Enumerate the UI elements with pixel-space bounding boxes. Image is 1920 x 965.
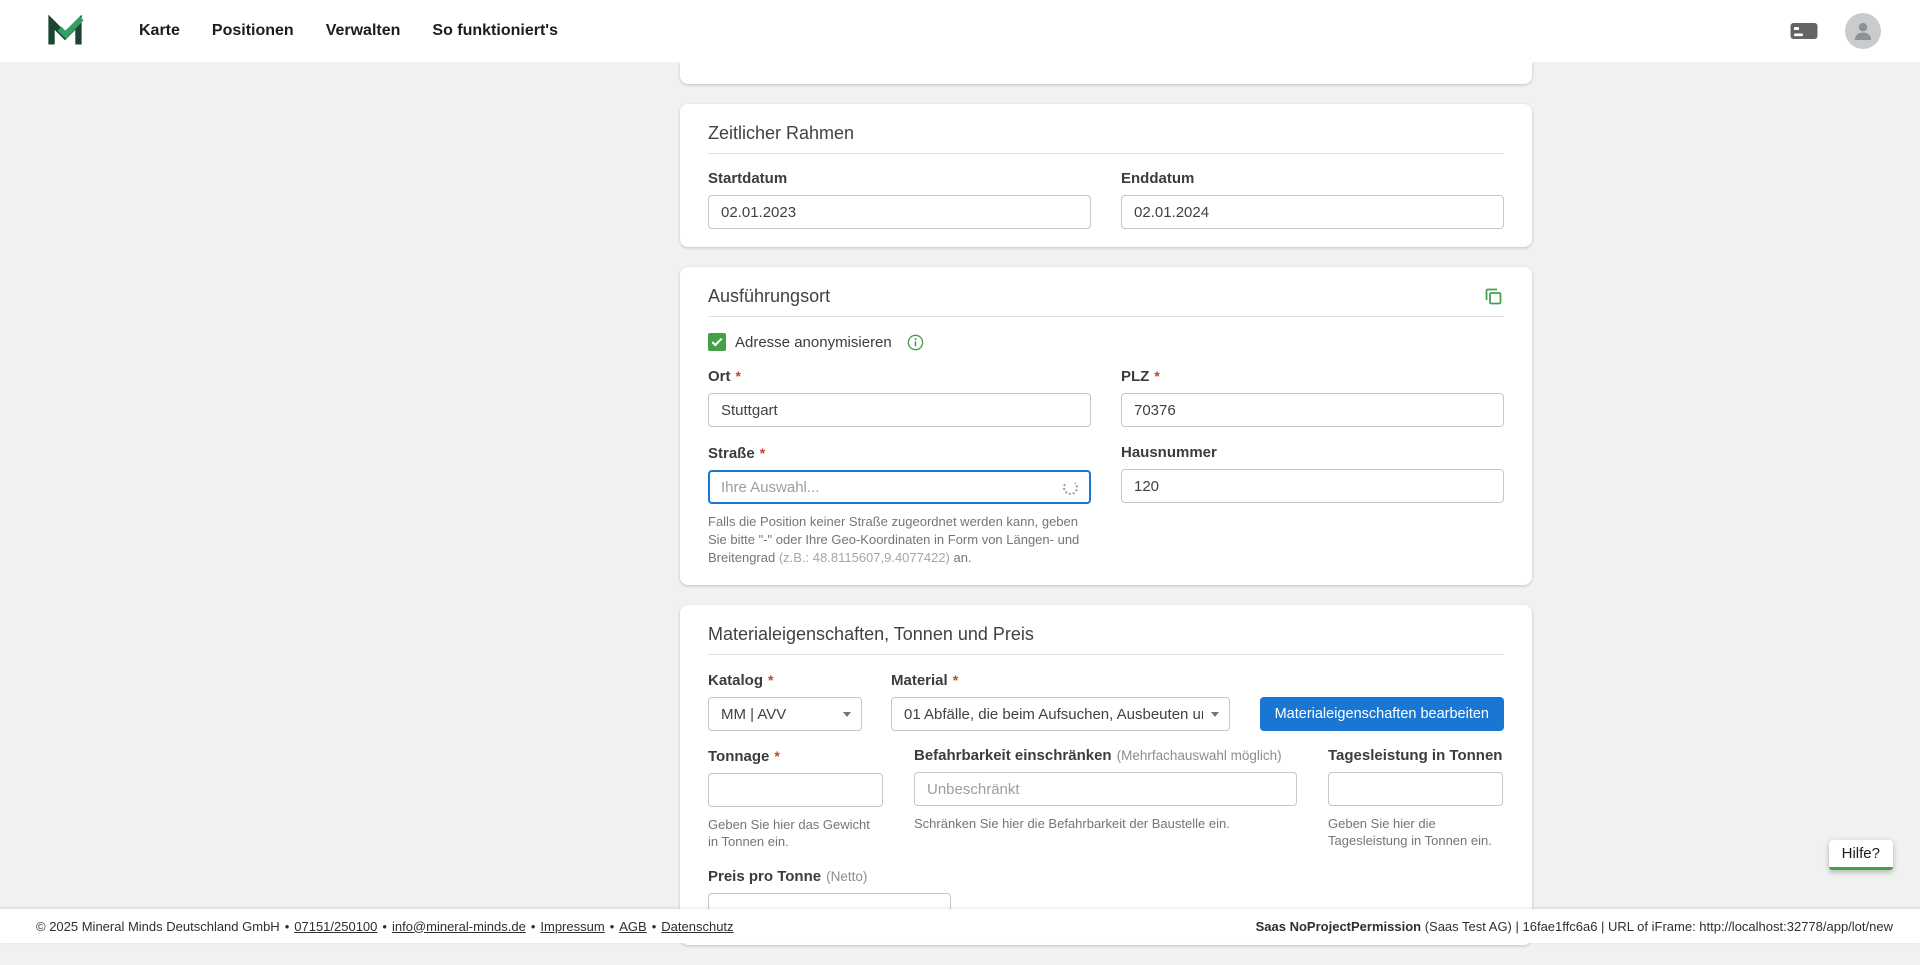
tenant-permission-text: Saas NoProjectPermission: [1256, 919, 1421, 934]
tagesleistung-field: Tagesleistung in Tonnen Geben Sie hier d…: [1328, 747, 1503, 850]
content-column: Zeitlicher Rahmen Startdatum Enddatum: [680, 62, 1532, 965]
preis-note: (Netto): [826, 868, 867, 886]
tagesleistung-input[interactable]: [1341, 773, 1490, 805]
app-logo[interactable]: [46, 12, 84, 50]
material-field: Material * 01 Abfälle, die beim Aufsuche…: [891, 671, 1230, 731]
copy-icon[interactable]: [1483, 286, 1504, 307]
ort-field: Ort *: [708, 367, 1091, 427]
separator-dot: •: [652, 919, 657, 934]
tonnage-field: Tonnage * Geben Sie hier das Gewicht in …: [708, 747, 883, 850]
befahrbarkeit-field: Befahrbarkeit einschränken (Mehrfachausw…: [914, 747, 1297, 850]
befahrbarkeit-hint: Schränken Sie hier die Befahrbarkeit der…: [914, 815, 1297, 832]
strasse-label: Straße *: [708, 444, 1091, 463]
card-materialeigenschaften: Materialeigenschaften, Tonnen und Preis …: [680, 605, 1532, 945]
enddatum-input[interactable]: [1134, 196, 1491, 228]
user-avatar[interactable]: [1845, 13, 1881, 49]
hausnummer-input[interactable]: [1134, 470, 1491, 502]
footer-link-impressum[interactable]: Impressum: [540, 919, 604, 934]
befahrbarkeit-input[interactable]: [927, 773, 1284, 805]
footer-left: © 2025 Mineral Minds Deutschland GmbH • …: [36, 919, 734, 934]
befahrbarkeit-note: (Mehrfachauswahl möglich): [1117, 747, 1282, 765]
card-title-zeitlicher-rahmen: Zeitlicher Rahmen: [708, 120, 854, 146]
tagesleistung-hint: Geben Sie hier die Tagesleistung in Tonn…: [1328, 815, 1503, 849]
katalog-label: Katalog *: [708, 671, 862, 690]
divider: [708, 316, 1504, 317]
required-marker: *: [1154, 367, 1159, 385]
footer-link-phone[interactable]: 07151/250100: [294, 919, 377, 934]
nav-item-positionen[interactable]: Positionen: [212, 22, 294, 40]
help-button[interactable]: Hilfe?: [1829, 840, 1893, 870]
separator-dot: •: [382, 919, 387, 934]
footer-link-datenschutz[interactable]: Datenschutz: [661, 919, 733, 934]
strasse-field: Straße * Falls die Position keiner Straß…: [708, 444, 1091, 567]
strasse-combobox[interactable]: [708, 470, 1091, 504]
hint-example: (z.B.: 48.8115607,9.4077422): [779, 550, 950, 565]
iframe-url-text: (Saas Test AG) | 16fae1ffc6a6 | URL of i…: [1421, 919, 1893, 934]
person-icon: [1851, 19, 1875, 43]
card-zeitlicher-rahmen: Zeitlicher Rahmen Startdatum Enddatum: [680, 104, 1532, 247]
loading-spinner-icon: [1063, 480, 1078, 495]
required-marker: *: [768, 671, 773, 689]
top-nav: Karte Positionen Verwalten So funktionie…: [0, 0, 1920, 62]
separator-dot: •: [610, 919, 615, 934]
materialeigenschaften-bearbeiten-button[interactable]: Materialeigenschaften bearbeiten: [1260, 697, 1504, 731]
chevron-down-icon: [843, 712, 851, 717]
footer-session-info: Saas NoProjectPermission (Saas Test AG) …: [1256, 919, 1893, 934]
partial-card-above: [680, 62, 1532, 84]
card-title-material: Materialeigenschaften, Tonnen und Preis: [708, 621, 1034, 647]
required-marker: *: [953, 671, 958, 689]
startdatum-input[interactable]: [721, 196, 1078, 228]
tonnage-label: Tonnage *: [708, 747, 883, 766]
preis-label: Preis pro Tonne (Netto): [708, 868, 1504, 886]
mineral-minds-logo-icon: [46, 12, 84, 50]
footer-link-email[interactable]: info@mineral-minds.de: [392, 919, 526, 934]
anonymize-checkbox[interactable]: [708, 333, 726, 351]
katalog-select[interactable]: MM | AVV: [708, 697, 862, 731]
chevron-down-icon: [1211, 712, 1219, 717]
nav-right-actions: [1789, 13, 1881, 49]
nav-item-so-funktionierts[interactable]: So funktioniert's: [432, 22, 558, 40]
hausnummer-label: Hausnummer: [1121, 444, 1504, 462]
plz-input[interactable]: [1134, 394, 1491, 426]
tonnage-input[interactable]: [721, 774, 870, 806]
hausnummer-field: Hausnummer: [1121, 444, 1504, 567]
enddatum-field: Enddatum: [1121, 170, 1504, 229]
required-marker: *: [760, 444, 765, 462]
nav-item-karte[interactable]: Karte: [139, 22, 180, 40]
divider: [708, 153, 1504, 154]
required-marker: *: [736, 367, 741, 385]
required-marker: *: [774, 747, 779, 765]
tonnage-hint: Geben Sie hier das Gewicht in Tonnen ein…: [708, 816, 883, 850]
divider: [708, 654, 1504, 655]
anonymize-row: Adresse anonymisieren: [708, 333, 1504, 351]
befahrbarkeit-label: Befahrbarkeit einschränken (Mehrfachausw…: [914, 747, 1297, 765]
copyright-text: © 2025 Mineral Minds Deutschland GmbH: [36, 919, 280, 934]
info-icon[interactable]: [907, 334, 924, 351]
strasse-hint: Falls die Position keiner Straße zugeord…: [708, 513, 1092, 567]
footer-link-agb[interactable]: AGB: [619, 919, 646, 934]
katalog-field: Katalog * MM | AVV: [708, 671, 862, 731]
separator-dot: •: [285, 919, 290, 934]
payment-card-icon[interactable]: [1789, 20, 1819, 42]
plz-field: PLZ *: [1121, 367, 1504, 427]
startdatum-label: Startdatum: [708, 170, 1091, 188]
material-select[interactable]: 01 Abfälle, die beim Aufsuchen, Ausbeute…: [891, 697, 1230, 731]
anonymize-label: Adresse anonymisieren: [735, 334, 892, 351]
main-nav: Karte Positionen Verwalten So funktionie…: [139, 22, 558, 40]
startdatum-field: Startdatum: [708, 170, 1091, 229]
separator-dot: •: [531, 919, 536, 934]
tagesleistung-label: Tagesleistung in Tonnen: [1328, 747, 1503, 765]
nav-item-verwalten[interactable]: Verwalten: [326, 22, 401, 40]
card-ausfuehrungsort: Ausführungsort Adresse anonymisieren: [680, 267, 1532, 585]
ort-label: Ort *: [708, 367, 1091, 386]
check-icon: [711, 337, 723, 347]
material-label: Material *: [891, 671, 1230, 690]
footer: © 2025 Mineral Minds Deutschland GmbH • …: [0, 909, 1920, 943]
enddatum-label: Enddatum: [1121, 170, 1504, 188]
card-title-ausfuehrungsort: Ausführungsort: [708, 283, 830, 309]
ort-input[interactable]: [721, 394, 1078, 426]
plz-label: PLZ *: [1121, 367, 1504, 386]
strasse-input[interactable]: [721, 472, 1063, 502]
